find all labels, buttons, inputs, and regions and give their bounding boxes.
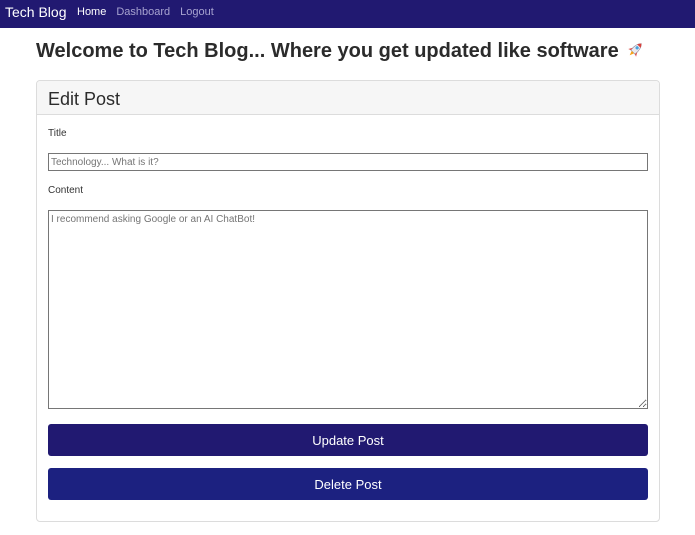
nav-logout-link[interactable]: Logout [180,6,214,18]
rocket-icon [627,43,642,57]
edit-post-card: Edit Post Title Content Update Post Dele… [36,80,660,522]
title-input[interactable] [48,153,648,171]
page-title-text: Welcome to Tech Blog... Where you get up… [36,40,619,62]
page-title: Welcome to Tech Blog... Where you get up… [36,40,645,63]
navbar: Tech Blog Home Dashboard Logout [0,0,695,28]
nav-dashboard-link[interactable]: Dashboard [116,6,170,18]
nav-links: Home Dashboard Logout [77,6,214,18]
edit-post-header: Edit Post [37,81,659,115]
content-label: Content [48,185,84,196]
nav-home-link[interactable]: Home [77,6,106,18]
update-post-button[interactable]: Update Post [48,424,648,456]
brand-link[interactable]: Tech Blog [5,4,66,20]
content-textarea[interactable] [48,210,648,409]
delete-post-button[interactable]: Delete Post [48,468,648,500]
title-label: Title [48,128,67,139]
